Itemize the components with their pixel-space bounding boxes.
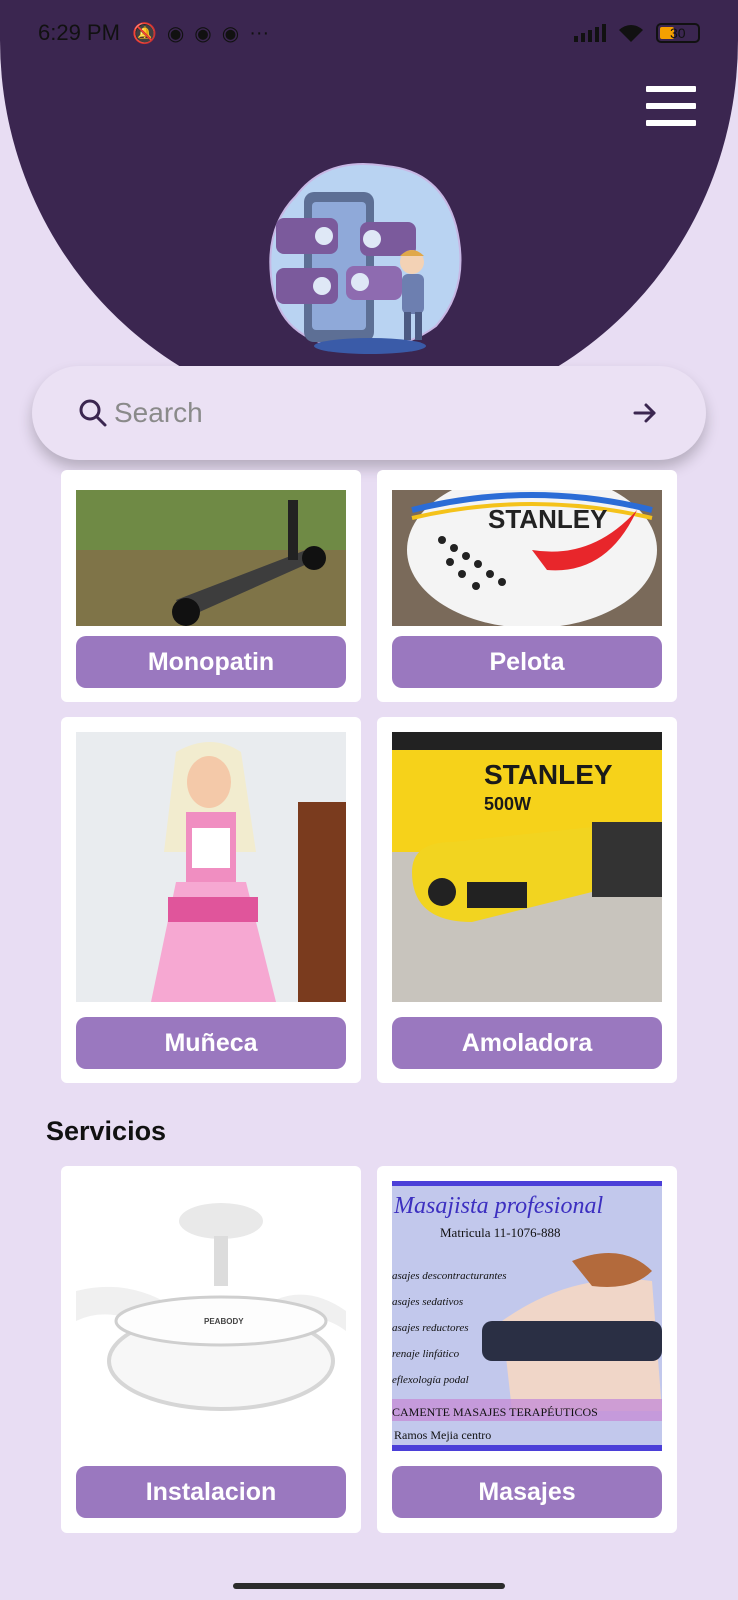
grinder-brand-text: STANLEY — [484, 759, 613, 790]
services-section-title: Servicios — [46, 1116, 167, 1146]
service-button-instalacion[interactable]: Instalacion — [76, 1466, 346, 1518]
product-button-pelota[interactable]: Pelota — [392, 636, 662, 688]
battery-icon: 30 — [656, 23, 700, 43]
more-notifications-icon: ··· — [249, 21, 270, 44]
product-button-monopatin[interactable]: Monopatin — [76, 636, 346, 688]
service-image-instalacion: PEABODY — [76, 1181, 346, 1451]
search-icon — [79, 399, 107, 427]
grinder-power-text: 500W — [484, 794, 531, 814]
product-image-pelota: STANLEY — [392, 490, 662, 626]
product-button-amoladora[interactable]: Amoladora — [392, 1017, 662, 1069]
fan-brand-text: PEABODY — [204, 1317, 244, 1326]
product-card[interactable]: Muñeca — [61, 717, 361, 1083]
ball-brand-text: STANLEY — [488, 504, 607, 534]
product-image-amoladora: STANLEY 500W — [392, 732, 662, 1002]
product-image-monopatin — [76, 490, 346, 626]
discord-icon: ◉ — [194, 22, 212, 45]
search-input[interactable] — [114, 397, 630, 429]
status-bar: 6:29 PM 🔕 ◉ ◉ ◉ ··· 30 — [0, 0, 738, 66]
notification-icons: 🔕 ◉ ◉ ◉ ··· — [132, 21, 269, 46]
battery-level: 30 — [670, 25, 686, 41]
chat-app-illustration — [269, 163, 462, 354]
service-image-masajes: Masajista profesional Matricula 11-1076-… — [392, 1181, 662, 1451]
product-card[interactable]: Monopatin — [61, 470, 361, 702]
service-button-masajes[interactable]: Masajes — [392, 1466, 662, 1518]
flyer-line: asajes sedativos — [392, 1296, 463, 1308]
product-card[interactable]: STANLEY 500W Amoladora — [377, 717, 677, 1083]
search-bar[interactable] — [32, 366, 706, 460]
flyer-matricula: Matricula 11-1076-888 — [440, 1225, 560, 1240]
discord-icon: ◉ — [221, 22, 240, 45]
discord-icon: ◉ — [166, 22, 185, 45]
flyer-location: Ramos Mejia centro — [394, 1428, 491, 1442]
product-button-muneca[interactable]: Muñeca — [76, 1017, 346, 1069]
flyer-line: asajes descontracturantes — [392, 1270, 507, 1282]
gesture-nav-handle[interactable] — [233, 1583, 505, 1589]
product-image-muneca — [76, 732, 346, 1002]
signal-icon — [574, 24, 606, 42]
wifi-icon — [619, 25, 643, 42]
arrow-right-icon[interactable] — [630, 398, 660, 428]
flyer-line: asajes reductores — [392, 1322, 468, 1334]
flyer-line: eflexología podal — [392, 1374, 469, 1386]
flyer-footer: CAMENTE MASAJES TERAPÉUTICOS — [392, 1405, 598, 1419]
flyer-title: Masajista profesional — [393, 1193, 603, 1219]
service-card[interactable]: Masajista profesional Matricula 11-1076-… — [377, 1166, 677, 1533]
mute-bell-icon: 🔕 — [131, 22, 157, 45]
status-time: 6:29 PM — [38, 20, 120, 45]
service-card[interactable]: PEABODY Instalacion — [61, 1166, 361, 1533]
product-card[interactable]: STANLEY Pelota — [377, 470, 677, 702]
flyer-line: renaje linfático — [392, 1348, 460, 1360]
hamburger-menu-icon[interactable] — [646, 86, 696, 126]
